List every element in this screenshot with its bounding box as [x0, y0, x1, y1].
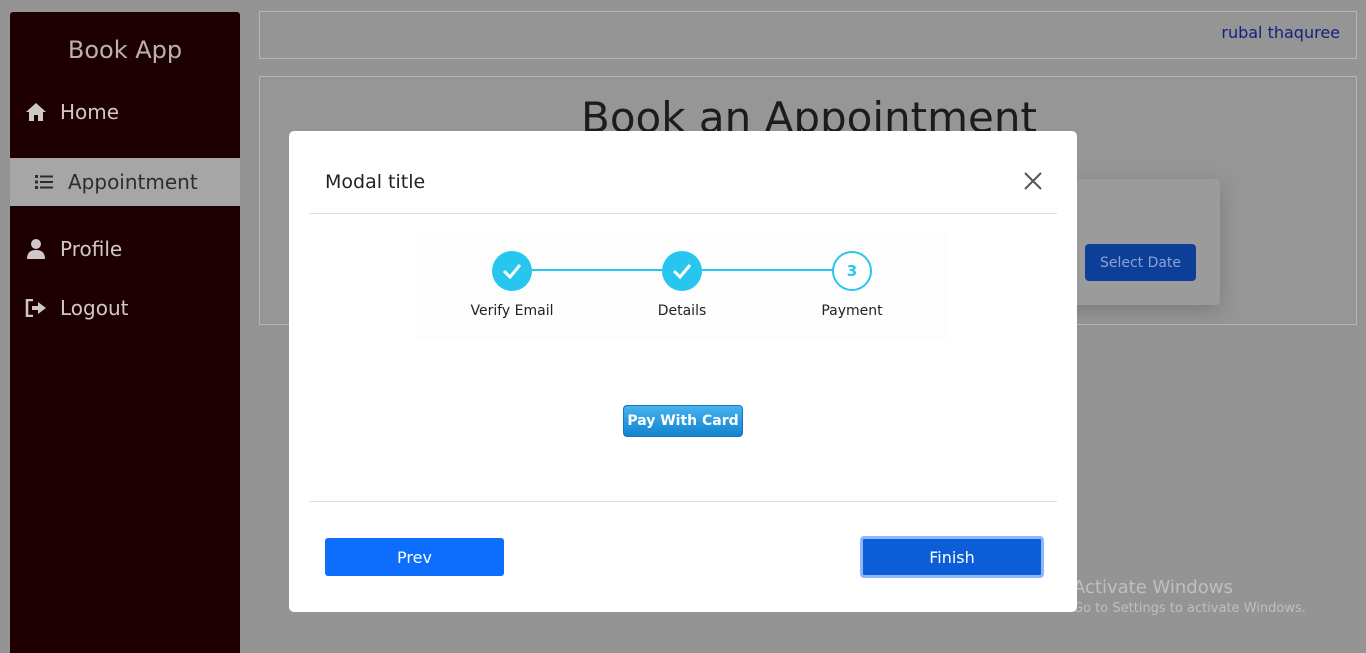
check-icon [492, 251, 532, 291]
top-bar: rubal thaquree [259, 11, 1357, 59]
step-label: Verify Email [470, 303, 554, 319]
app-brand: Book App [67, 36, 183, 64]
sidebar-item-appointment[interactable]: Appointment [10, 158, 240, 206]
step-label: Details [657, 303, 707, 319]
sidebar-item-label: Appointment [68, 170, 198, 194]
sidebar-item-profile[interactable]: Profile [10, 225, 240, 273]
user-name-link[interactable]: rubal thaquree [1221, 23, 1340, 42]
sidebar: Book App Home Appointment Profile Logout [10, 12, 240, 653]
select-date-button[interactable]: Select Date [1085, 244, 1196, 281]
sidebar-item-home[interactable]: Home [10, 88, 240, 136]
check-icon [662, 251, 702, 291]
logout-icon [24, 297, 48, 319]
prev-button[interactable]: Prev [325, 538, 504, 576]
modal-title: Modal title [325, 171, 426, 193]
user-icon [24, 238, 48, 260]
list-icon [32, 171, 56, 193]
step-payment: 3 Payment [782, 251, 922, 319]
step-label: Payment [821, 303, 883, 319]
step-details: Details [612, 251, 752, 319]
activate-windows-title: Activate Windows [1073, 577, 1233, 598]
sidebar-item-label: Home [60, 100, 120, 124]
home-icon [24, 101, 48, 123]
modal-footer-divider [309, 501, 1057, 502]
sidebar-item-label: Logout [60, 296, 129, 320]
pay-with-card-button[interactable]: Pay With Card [623, 405, 743, 437]
finish-button[interactable]: Finish [860, 536, 1044, 578]
stepper: Verify Email Details 3 Payment [416, 231, 950, 341]
step-verify-email: Verify Email [442, 251, 582, 319]
activate-windows-subtitle: Go to Settings to activate Windows. [1073, 601, 1306, 616]
sidebar-item-label: Profile [60, 237, 123, 261]
sidebar-item-logout[interactable]: Logout [10, 284, 240, 332]
modal-header: Modal title [309, 131, 1057, 214]
step-number: 3 [832, 251, 872, 291]
close-icon[interactable] [1019, 167, 1047, 195]
modal-dialog: Modal title Verify Email Details 3 Payme… [289, 131, 1077, 612]
